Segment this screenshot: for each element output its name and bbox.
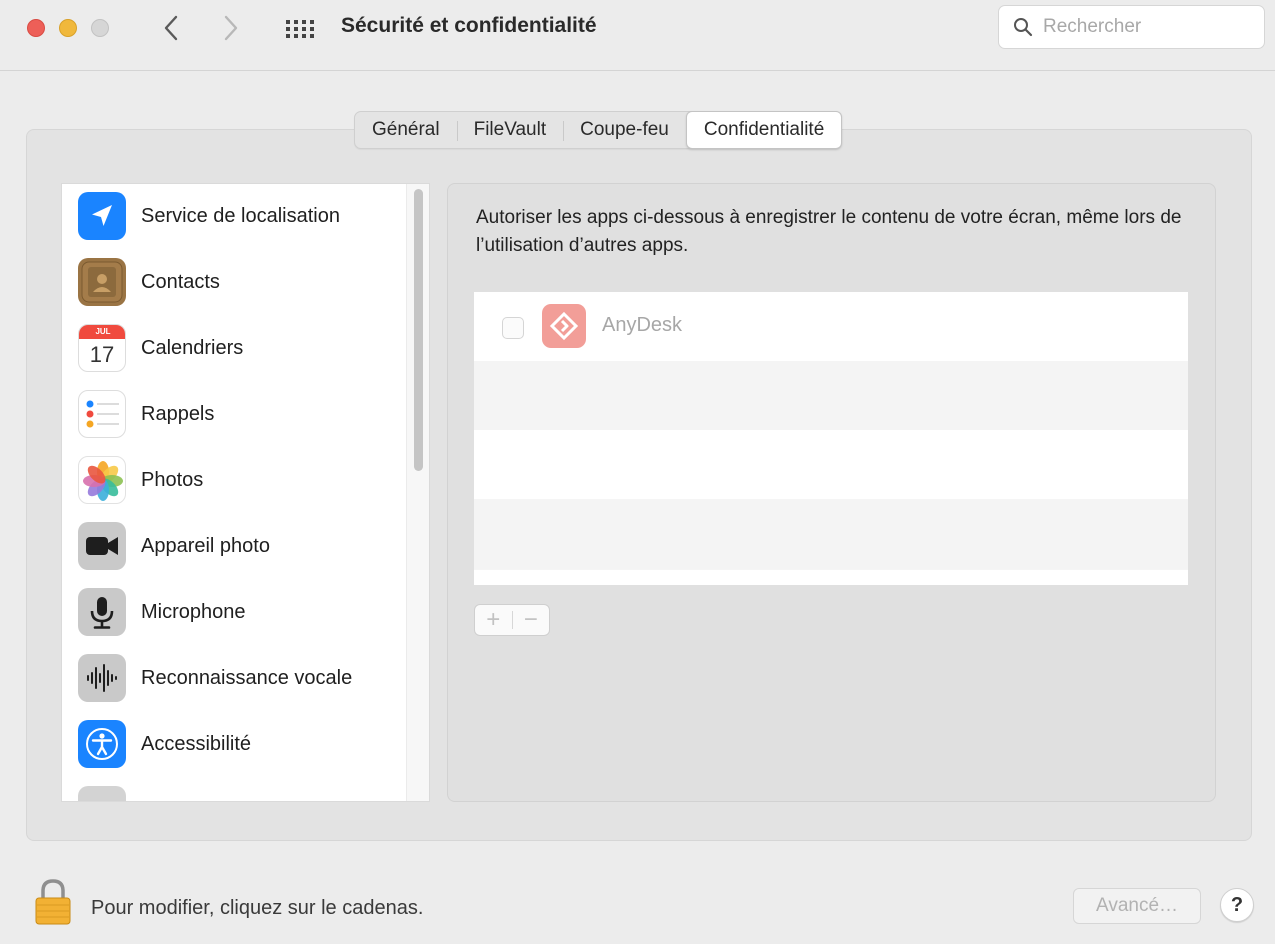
sidebar-item-location-services[interactable]: Service de localisation xyxy=(78,191,340,241)
chevron-left-icon xyxy=(164,15,178,41)
calendar-day: 17 xyxy=(89,342,115,367)
empty-row xyxy=(474,570,1188,585)
tab-general[interactable]: Général xyxy=(355,112,457,148)
advanced-button[interactable]: Avancé… xyxy=(1073,888,1201,924)
sidebar-item-label: Contacts xyxy=(141,270,220,293)
remove-app-button[interactable]: − xyxy=(512,605,549,635)
tab-bar: Général FileVault Coupe-feu Confidential… xyxy=(354,111,843,149)
forward-button[interactable] xyxy=(213,10,249,46)
zoom-window-button[interactable] xyxy=(91,19,109,37)
show-all-button[interactable] xyxy=(282,15,318,43)
camera-icon xyxy=(78,522,126,570)
tab-privacy[interactable]: Confidentialité xyxy=(685,111,843,149)
calendar-month: JUL xyxy=(79,325,125,339)
grid-dots-icon xyxy=(286,20,314,38)
padlock-icon xyxy=(35,879,71,925)
lock-hint-text: Pour modifier, cliquez sur le cadenas. xyxy=(91,897,424,919)
scrollbar-thumb[interactable] xyxy=(414,189,423,471)
sidebar-item-microphone[interactable]: Microphone xyxy=(78,587,246,637)
back-button[interactable] xyxy=(153,10,189,46)
sidebar-item-reminders[interactable]: Rappels xyxy=(78,389,214,439)
contacts-book-icon xyxy=(78,258,126,306)
lock-button[interactable] xyxy=(34,877,72,925)
close-window-button[interactable] xyxy=(27,19,45,37)
microphone-icon xyxy=(78,588,126,636)
search-input[interactable] xyxy=(1043,16,1243,38)
empty-row xyxy=(474,500,1188,569)
app-checkbox[interactable] xyxy=(502,317,524,339)
sidebar-item-partial[interactable] xyxy=(78,785,126,801)
privacy-category-list[interactable]: Service de localisation Contacts JUL 17 … xyxy=(61,183,430,802)
sidebar-scrollbar[interactable] xyxy=(406,184,429,801)
sidebar-item-accessibility[interactable]: Accessibilité xyxy=(78,719,251,769)
sidebar-item-camera[interactable]: Appareil photo xyxy=(78,521,270,571)
tab-firewall[interactable]: Coupe-feu xyxy=(563,112,686,148)
window-title: Sécurité et confidentialité xyxy=(341,14,597,37)
photos-flower-icon xyxy=(78,456,126,504)
list-item[interactable]: AnyDesk xyxy=(474,292,1188,361)
sidebar-item-speech-recognition[interactable]: Reconnaissance vocale xyxy=(78,653,352,703)
app-list[interactable]: AnyDesk xyxy=(474,292,1188,585)
sidebar-item-label: Rappels xyxy=(141,402,215,425)
empty-row xyxy=(474,361,1188,430)
app-name: AnyDesk xyxy=(602,314,683,336)
reminders-icon xyxy=(78,390,126,438)
sidebar-item-photos[interactable]: Photos xyxy=(78,455,203,505)
sidebar-item-label: Service de localisation xyxy=(141,204,340,227)
sidebar-item-calendars[interactable]: JUL 17 Calendriers xyxy=(78,323,243,373)
sidebar-item-label: Photos xyxy=(141,468,204,491)
add-app-button[interactable]: + xyxy=(475,605,512,635)
sidebar-item-contacts[interactable]: Contacts xyxy=(78,257,220,307)
minimize-window-button[interactable] xyxy=(59,19,77,37)
location-arrow-icon xyxy=(78,192,126,240)
help-button[interactable]: ? xyxy=(1220,888,1254,922)
speech-waveform-icon xyxy=(78,654,126,702)
add-remove-control: + − xyxy=(474,604,550,636)
sidebar-item-label: Accessibilité xyxy=(141,732,252,755)
search-icon xyxy=(1014,18,1033,37)
tab-filevault[interactable]: FileVault xyxy=(456,112,564,148)
chevron-right-icon xyxy=(224,15,238,41)
sidebar-item-label: Microphone xyxy=(141,600,246,623)
sidebar-item-label: Reconnaissance vocale xyxy=(141,666,353,689)
calendar-icon: JUL 17 xyxy=(78,324,126,372)
partial-item-icon xyxy=(78,786,126,801)
sidebar-item-label: Calendriers xyxy=(141,336,244,359)
title-bar: Sécurité et confidentialité xyxy=(0,0,1275,71)
search-field[interactable] xyxy=(998,5,1265,49)
empty-row xyxy=(474,430,1188,499)
screen-recording-description: Autoriser les apps ci-dessous à enregist… xyxy=(476,207,1182,256)
anydesk-icon xyxy=(542,304,586,348)
accessibility-icon xyxy=(78,720,126,768)
sidebar-item-label: Appareil photo xyxy=(141,534,270,557)
